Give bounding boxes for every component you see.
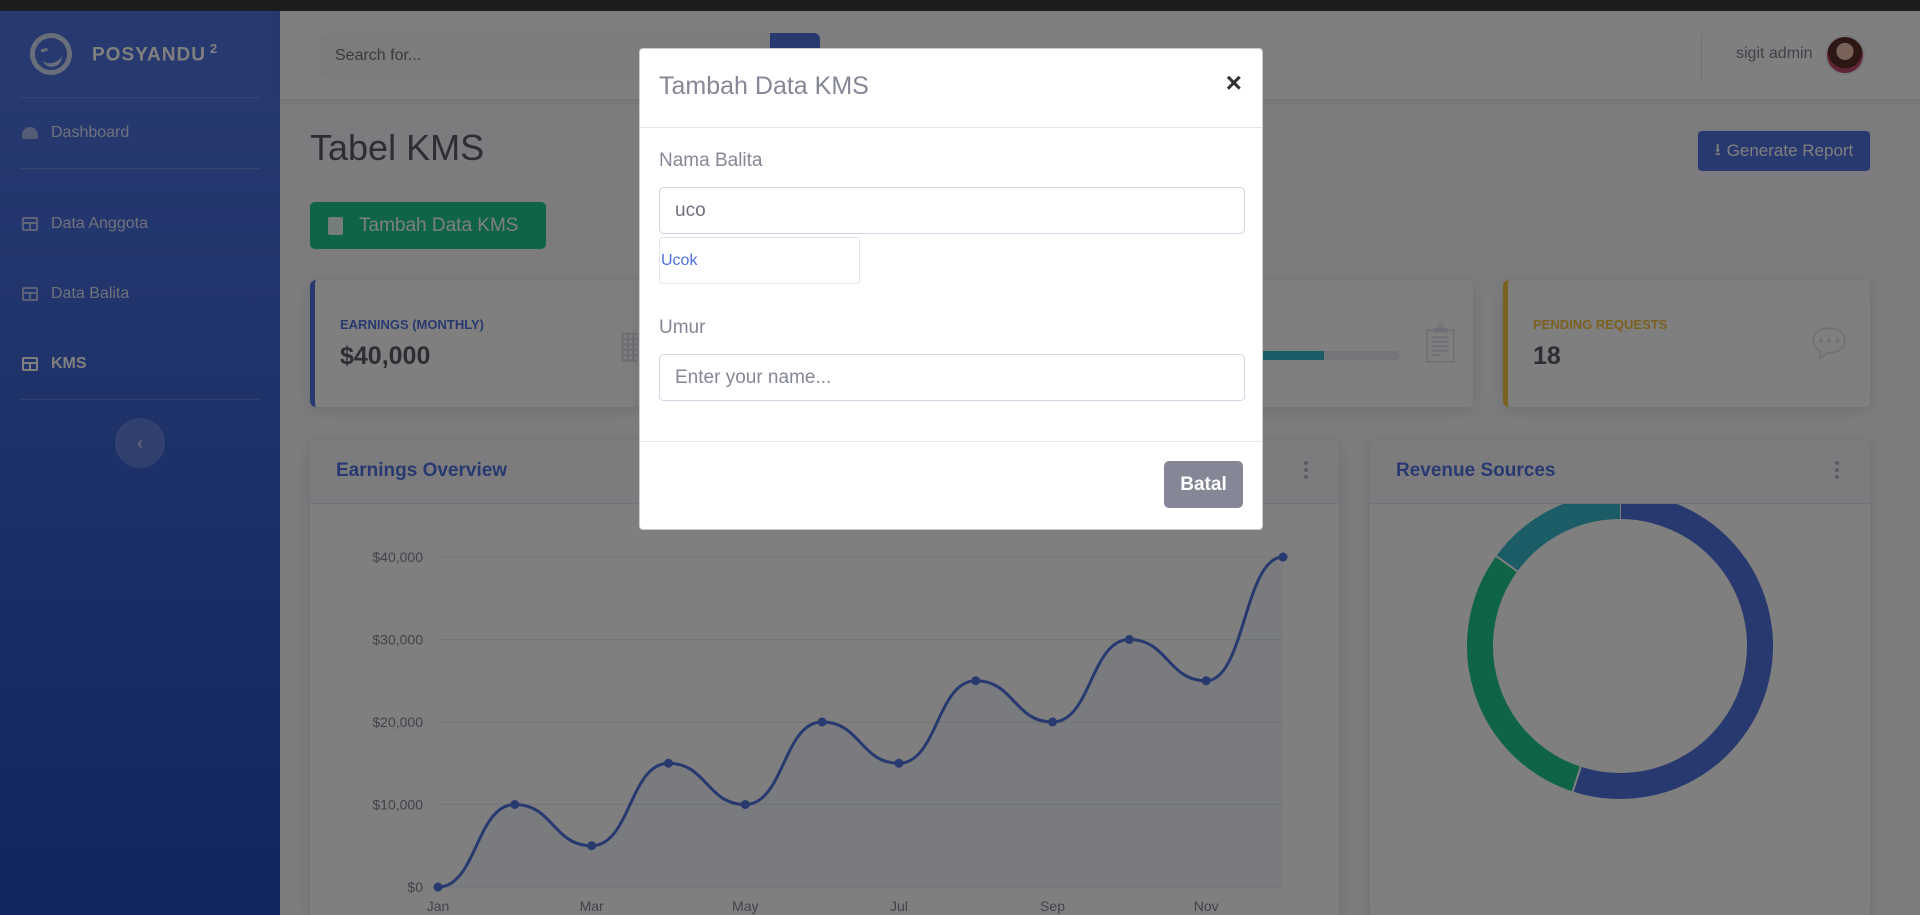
autocomplete-item[interactable]: Ucok (661, 252, 697, 270)
umur-label: Umur (659, 317, 706, 338)
nama-balita-label: Nama Balita (659, 150, 763, 171)
umur-input[interactable] (659, 354, 1245, 401)
modal-header: Tambah Data KMS × (640, 49, 1262, 128)
cancel-button[interactable]: Batal (1164, 461, 1243, 508)
modal-footer-divider (640, 441, 1262, 442)
add-kms-modal: Tambah Data KMS × Nama Balita Ucok Umur … (639, 48, 1263, 530)
modal-title: Tambah Data KMS (659, 72, 869, 100)
autocomplete-list: Ucok (659, 237, 860, 284)
nama-balita-input[interactable] (659, 187, 1245, 234)
close-icon[interactable]: × (1226, 69, 1242, 97)
